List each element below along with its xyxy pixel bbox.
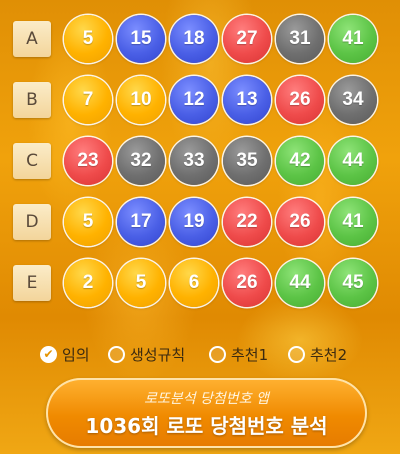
lotto-ball: 2 [64,259,112,307]
lotto-row-b: B 7 10 12 13 26 34 [0,73,400,127]
option-label: 추천1 [231,345,269,364]
radio-icon[interactable] [209,345,226,363]
lotto-ball: 5 [64,198,112,246]
lotto-ball: 15 [117,15,165,63]
generation-mode-options: ✔ 임의 생성규칙 추천1 추천2 [0,340,400,368]
radio-icon[interactable] [108,345,125,363]
option-random[interactable]: ✔ 임의 [40,342,90,366]
lotto-ball: 41 [329,15,377,63]
winning-number-analysis-button[interactable]: 로또분석 당첨번호 앱 1036회 로또 당첨번호 분석 [46,378,367,448]
row-label: B [13,82,51,118]
lotto-ball: 22 [223,198,271,246]
option-label: 임의 [62,345,90,364]
lotto-ball: 18 [170,15,218,63]
lotto-ball: 5 [117,259,165,307]
option-recommend-2[interactable]: 추천2 [288,342,347,366]
lotto-ball: 12 [170,76,218,124]
lotto-row-a: A 5 15 18 27 31 41 [0,12,400,66]
row-label: A [13,21,51,57]
lotto-row-d: D 5 17 19 22 26 41 [0,195,400,249]
option-generation-rule[interactable]: 생성규칙 [108,342,185,366]
radio-checked-icon[interactable]: ✔ [40,345,57,363]
row-label: E [13,265,51,301]
lotto-ball: 33 [170,137,218,185]
cta-subtitle: 로또분석 당첨번호 앱 [144,391,269,407]
row-label: D [13,204,51,240]
lotto-ball: 10 [117,76,165,124]
lotto-ball: 26 [223,259,271,307]
lotto-ball: 45 [329,259,377,307]
row-label: C [13,143,51,179]
lotto-ball: 34 [329,76,377,124]
option-label: 생성규칙 [130,345,186,364]
option-recommend-1[interactable]: 추천1 [209,342,268,366]
lotto-ball: 27 [223,15,271,63]
lotto-ball: 26 [276,76,324,124]
lotto-ball: 44 [276,259,324,307]
lotto-row-c: C 23 32 33 35 42 44 [0,134,400,188]
lotto-ball: 41 [329,198,377,246]
lotto-ball: 26 [276,198,324,246]
cta-title: 1036회 로또 당첨번호 분석 [85,414,328,438]
lotto-ball: 44 [329,137,377,185]
lotto-row-e: E 2 5 6 26 44 45 [0,256,400,310]
lotto-ball: 32 [117,137,165,185]
lotto-ball: 42 [276,137,324,185]
option-label: 추천2 [310,345,348,364]
lotto-ball: 31 [276,15,324,63]
lotto-ball: 35 [223,137,271,185]
lotto-ball: 7 [64,76,112,124]
lotto-ball: 17 [117,198,165,246]
lotto-ball: 23 [64,137,112,185]
lotto-ball: 5 [64,15,112,63]
lotto-ball: 19 [170,198,218,246]
lotto-ball: 13 [223,76,271,124]
lotto-ball: 6 [170,259,218,307]
radio-icon[interactable] [288,345,305,363]
